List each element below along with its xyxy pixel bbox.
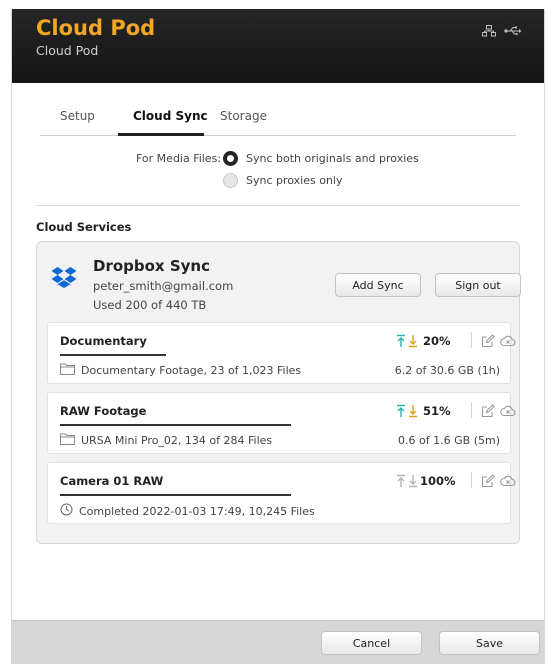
dropbox-icon bbox=[51, 266, 77, 292]
sync-card-camera-raw: Camera 01 RAW 100% Completed 2022-01-03 … bbox=[47, 462, 516, 524]
tab-setup[interactable]: Setup bbox=[60, 109, 95, 123]
radio-sync-proxies[interactable]: Sync proxies only bbox=[223, 173, 343, 188]
sync-size: 0.6 of 1.6 GB (5m) bbox=[398, 434, 500, 447]
service-email: peter_smith@gmail.com bbox=[93, 279, 234, 293]
radio-selected-icon bbox=[223, 151, 238, 166]
sync-detail: URSA Mini Pro_02, 134 of 284 Files bbox=[81, 434, 273, 447]
active-tab-indicator bbox=[118, 133, 204, 136]
sync-progress-fill bbox=[60, 354, 167, 356]
radio-sync-both[interactable]: Sync both originals and proxies bbox=[223, 151, 419, 166]
sync-name: Camera 01 RAW bbox=[60, 474, 164, 488]
app-subtitle: Cloud Pod bbox=[36, 43, 99, 58]
service-usage: Used 200 of 440 TB bbox=[93, 298, 207, 312]
sync-card-raw-footage: RAW Footage 51% URSA Mini Pro_02, 134 of… bbox=[47, 392, 516, 454]
media-files-label: For Media Files: bbox=[136, 152, 222, 165]
card-divider bbox=[471, 402, 472, 418]
sync-name: RAW Footage bbox=[60, 404, 147, 418]
network-icon bbox=[482, 25, 496, 37]
dropbox-service-panel: Dropbox Sync peter_smith@gmail.com Used … bbox=[36, 241, 521, 544]
tab-bar: Setup Cloud Sync Storage bbox=[40, 103, 516, 136]
sync-progress-bar bbox=[60, 424, 291, 426]
tab-storage[interactable]: Storage bbox=[220, 109, 267, 123]
sync-percent: 20% bbox=[423, 334, 451, 348]
sync-progress-bar bbox=[60, 354, 291, 356]
cloud-services-title: Cloud Services bbox=[36, 220, 132, 234]
folder-icon bbox=[60, 433, 75, 448]
sync-progress-fill bbox=[60, 424, 291, 426]
sync-detail: Completed 2022-01-03 17:49, 10,245 Files bbox=[79, 504, 315, 518]
sync-direction-icon bbox=[396, 473, 418, 492]
save-button[interactable]: Save bbox=[439, 631, 540, 655]
section-divider bbox=[36, 205, 520, 206]
edit-icon[interactable] bbox=[481, 403, 495, 422]
sync-card-documentary: Documentary 20% Documentary Footage, 23 … bbox=[47, 322, 516, 384]
cloud-remove-icon[interactable] bbox=[500, 333, 516, 352]
cloud-remove-icon[interactable] bbox=[500, 473, 516, 492]
folder-icon bbox=[60, 363, 75, 378]
service-name: Dropbox Sync bbox=[93, 257, 210, 275]
cancel-button[interactable]: Cancel bbox=[321, 631, 422, 655]
sync-progress-bar bbox=[60, 494, 291, 496]
add-sync-button[interactable]: Add Sync bbox=[335, 273, 421, 297]
clock-icon bbox=[60, 503, 73, 519]
radio-sync-both-label: Sync both originals and proxies bbox=[246, 152, 419, 165]
card-divider bbox=[471, 332, 472, 348]
usb-icon bbox=[504, 25, 522, 37]
sync-direction-icon bbox=[396, 403, 418, 422]
card-divider bbox=[471, 472, 472, 488]
sign-out-button[interactable]: Sign out bbox=[435, 273, 521, 297]
radio-sync-proxies-label: Sync proxies only bbox=[246, 174, 343, 187]
sync-detail: Documentary Footage, 23 of 1,023 Files bbox=[81, 364, 302, 377]
sync-percent: 100% bbox=[420, 474, 456, 488]
sync-direction-icon bbox=[396, 333, 418, 352]
footer-bar: Cancel Save bbox=[12, 620, 544, 664]
app-window: Cloud Pod Cloud Pod Setup Cloud Sync Sto… bbox=[11, 9, 545, 664]
sync-percent: 51% bbox=[423, 404, 451, 418]
edit-icon[interactable] bbox=[481, 333, 495, 352]
app-title: Cloud Pod bbox=[36, 16, 156, 40]
tab-cloud-sync[interactable]: Cloud Sync bbox=[133, 109, 208, 123]
cloud-remove-icon[interactable] bbox=[500, 403, 516, 422]
header-bar: Cloud Pod Cloud Pod bbox=[12, 9, 544, 83]
sync-name: Documentary bbox=[60, 334, 147, 348]
sync-progress-fill bbox=[60, 494, 291, 496]
sync-size: 6.2 of 30.6 GB (1h) bbox=[394, 364, 500, 377]
edit-icon[interactable] bbox=[481, 473, 495, 492]
radio-unselected-icon bbox=[223, 173, 238, 188]
